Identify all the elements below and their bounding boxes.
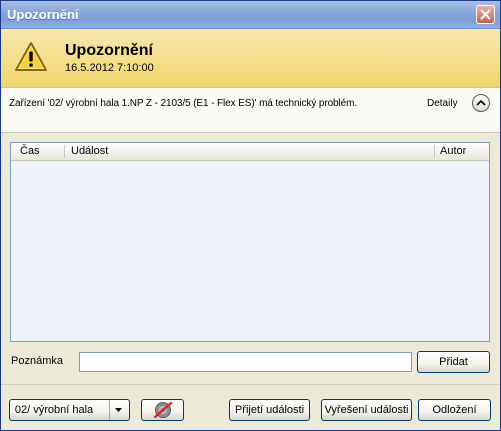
speaker-muted-icon [153, 401, 173, 419]
chevron-down-icon [115, 408, 122, 412]
details-label[interactable]: Detaily [427, 98, 458, 109]
alert-message: Zařízení '02/ výrobní hala 1.NP Z - 2103… [9, 98, 358, 109]
location-split-button[interactable]: 02/ výrobní hala [9, 399, 130, 421]
alert-info: Zařízení '02/ výrobní hala 1.NP Z - 2103… [1, 88, 500, 133]
note-input[interactable] [79, 352, 412, 372]
alert-title: Upozornění [65, 42, 153, 59]
footer-divider [1, 384, 500, 385]
mute-button[interactable] [141, 399, 184, 421]
warning-icon [15, 42, 47, 71]
events-grid[interactable]: Čas Událost Autor [10, 142, 490, 342]
alert-header: Upozornění 16.5.2012 7:10:00 [1, 29, 500, 88]
location-button-label[interactable]: 02/ výrobní hala [10, 400, 98, 420]
add-note-button[interactable]: Přidat [417, 351, 490, 373]
postpone-button[interactable]: Odložení [418, 399, 491, 421]
resolve-event-button[interactable]: Vyřešení události [321, 399, 412, 421]
grid-header: Čas Událost Autor [11, 143, 489, 161]
column-header-time[interactable]: Čas [20, 145, 40, 157]
close-icon [480, 9, 491, 20]
close-button[interactable] [476, 5, 495, 24]
alert-window: Upozornění Upozornění 16.5.2012 7:10:00 … [0, 0, 501, 431]
details-toggle-button[interactable] [472, 94, 490, 112]
column-separator[interactable] [434, 145, 435, 158]
column-header-event[interactable]: Událost [71, 145, 108, 157]
location-dropdown-arrow[interactable] [109, 400, 129, 420]
note-label: Poznámka [11, 355, 63, 367]
alert-datetime: 16.5.2012 7:10:00 [65, 62, 154, 74]
window-title: Upozornění [7, 7, 79, 22]
column-header-author[interactable]: Autor [440, 145, 466, 157]
title-bar[interactable]: Upozornění [1, 1, 500, 29]
accept-event-button[interactable]: Přijetí události [229, 399, 310, 421]
chevron-up-icon [476, 99, 486, 106]
column-separator[interactable] [64, 145, 65, 158]
